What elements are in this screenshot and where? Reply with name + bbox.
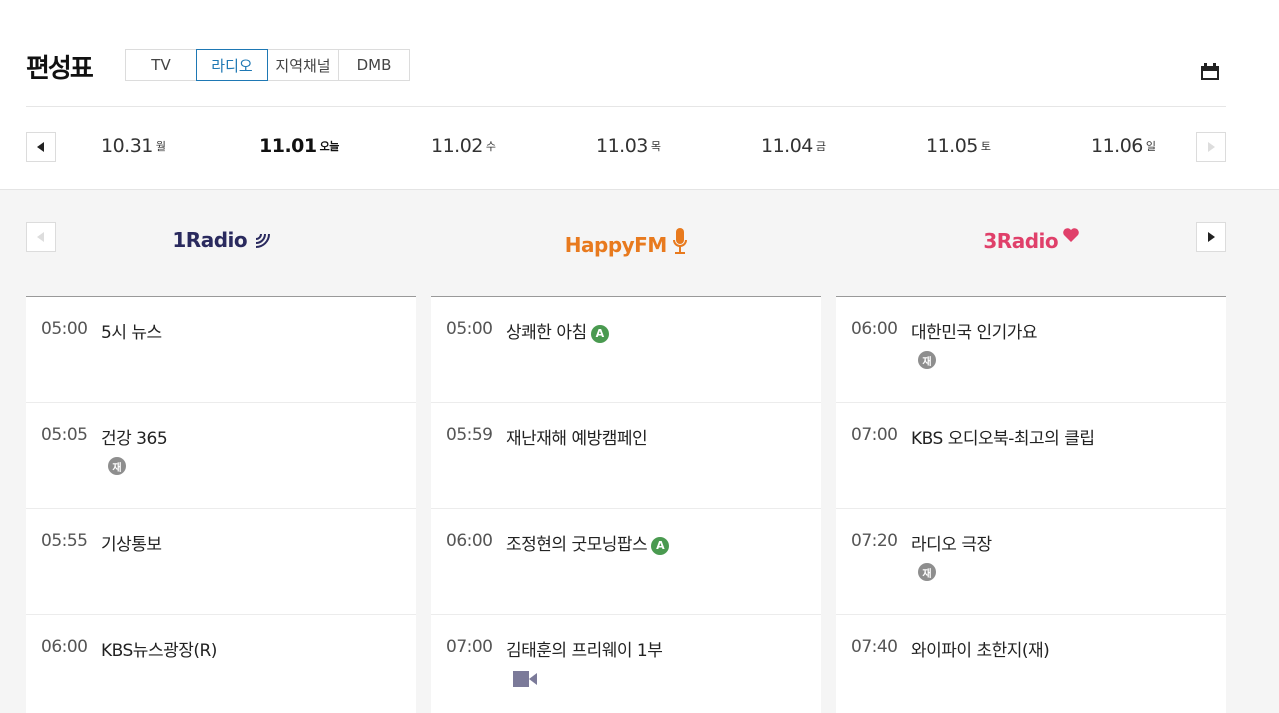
program-title-wrap[interactable]: 조정현의 굿모닝팝스 A: [506, 530, 670, 555]
program-row[interactable]: 06:00 조정현의 굿모닝팝스 A: [431, 509, 821, 615]
program-title[interactable]: KBS 오디오북-최고의 클립: [911, 424, 1095, 449]
schedule-column-3radio: 06:00 대한민국 인기가요 재 07:00 KBS 오디오북-최고의 클립 …: [836, 296, 1226, 713]
program-time: 06:00: [41, 637, 88, 657]
audio-badge: A: [590, 324, 609, 343]
program-title-wrap[interactable]: 상쾌한 아침 A: [506, 318, 609, 343]
date-item[interactable]: 11.06 일: [1091, 135, 1156, 157]
program-title[interactable]: 5시 뉴스: [101, 318, 162, 343]
channel-logo-1radio[interactable]: 1Radio: [26, 228, 416, 252]
schedule-header: 편성표 TV 라디오 지역채널 DMB: [26, 0, 1226, 107]
next-date-button[interactable]: [1196, 132, 1226, 162]
date-dow: 일: [1145, 140, 1156, 153]
date-value: 11.02: [431, 135, 483, 157]
page-title: 편성표: [26, 54, 94, 84]
date-selector: 10.31 월 11.01 오늘 11.02 수 11.03 목 11.04 금 11.0…: [26, 107, 1226, 189]
program-row[interactable]: 05:00 5시 뉴스: [26, 297, 416, 403]
date-dow: 수: [485, 140, 496, 153]
schedule-column-1radio: 05:00 5시 뉴스 05:05 건강 365 재 05:55 기상통보 06…: [26, 296, 416, 713]
program-title: 상쾌한 아침: [506, 323, 587, 343]
program-row[interactable]: 07:40 와이파이 초한지(재): [836, 615, 1226, 713]
program-time: 05:00: [446, 319, 493, 339]
date-value: 11.06: [1091, 135, 1143, 157]
calendar-icon[interactable]: [1200, 62, 1220, 82]
program-row[interactable]: 05:59 재난재해 예방캠페인: [431, 403, 821, 509]
rerun-badge: 재: [918, 351, 936, 369]
program-title[interactable]: KBS뉴스광장(R): [101, 636, 217, 661]
channel-name: HappyFM: [564, 233, 667, 257]
video-icon[interactable]: [513, 671, 537, 691]
program-time: 05:59: [446, 425, 493, 445]
date-value: 11.05: [926, 135, 978, 157]
date-item[interactable]: 11.05 토: [926, 135, 991, 157]
channel-name: 3Radio: [983, 229, 1059, 253]
program-title: 조정현의 굿모닝팝스: [506, 535, 648, 555]
audio-badge: A: [651, 536, 670, 555]
rerun-badge: 재: [918, 563, 936, 581]
channel-logo-3radio[interactable]: 3Radio: [836, 228, 1226, 253]
program-time: 05:55: [41, 531, 88, 551]
date-item-today[interactable]: 11.01 오늘: [259, 135, 339, 157]
program-time: 07:00: [446, 637, 493, 657]
program-time: 07:00: [851, 425, 898, 445]
program-row[interactable]: 05:55 기상통보: [26, 509, 416, 615]
date-value: 10.31: [101, 135, 153, 157]
prev-date-button[interactable]: [26, 132, 56, 162]
heart-icon: [1062, 228, 1079, 242]
date-value: 11.03: [596, 135, 648, 157]
tab-dmb[interactable]: DMB: [338, 49, 410, 81]
program-title[interactable]: 대한민국 인기가요: [911, 318, 1038, 343]
program-time: 06:00: [851, 319, 898, 339]
program-row[interactable]: 07:00 KBS 오디오북-최고의 클립: [836, 403, 1226, 509]
program-title[interactable]: 기상통보: [101, 530, 162, 555]
date-dow: 월: [155, 140, 166, 153]
date-value: 11.04: [761, 135, 813, 157]
microphone-icon: [673, 228, 688, 254]
date-dow: 토: [980, 140, 991, 153]
tab-radio[interactable]: 라디오: [196, 49, 268, 81]
channel-name: 1Radio: [172, 228, 248, 252]
program-time: 06:00: [446, 531, 493, 551]
schedule-area: 1Radio HappyFM 3Radio 05:00 5시 뉴스 05:05 …: [0, 189, 1279, 713]
media-tabs: TV 라디오 지역채널 DMB: [125, 49, 410, 81]
date-list: 10.31 월 11.01 오늘 11.02 수 11.03 목 11.04 금 11.0…: [66, 107, 1186, 189]
date-item[interactable]: 11.02 수: [431, 135, 496, 157]
broadcast-icon: [255, 233, 270, 248]
rerun-badge: 재: [108, 457, 126, 475]
schedule-column-happyfm: 05:00 상쾌한 아침 A 05:59 재난재해 예방캠페인 06:00 조정현…: [431, 296, 821, 713]
program-row[interactable]: 05:00 상쾌한 아침 A: [431, 297, 821, 403]
program-time: 07:40: [851, 637, 898, 657]
date-value: 11.01: [259, 135, 317, 157]
chevron-left-icon: [37, 142, 44, 152]
program-time: 05:00: [41, 319, 88, 339]
chevron-right-icon: [1208, 142, 1215, 152]
program-row[interactable]: 05:05 건강 365 재: [26, 403, 416, 509]
program-title[interactable]: 건강 365: [101, 424, 168, 449]
date-dow: 목: [650, 140, 661, 153]
tab-tv[interactable]: TV: [125, 49, 197, 81]
date-item[interactable]: 11.04 금: [761, 135, 826, 157]
date-item[interactable]: 11.03 목: [596, 135, 661, 157]
date-dow: 금: [815, 140, 826, 153]
tab-regional[interactable]: 지역채널: [267, 49, 339, 81]
channel-logo-happyfm[interactable]: HappyFM: [431, 228, 821, 257]
program-title[interactable]: 와이파이 초한지(재): [911, 636, 1050, 661]
program-row[interactable]: 07:00 김태훈의 프리웨이 1부: [431, 615, 821, 713]
program-title[interactable]: 재난재해 예방캠페인: [506, 424, 648, 449]
program-row[interactable]: 06:00 KBS뉴스광장(R): [26, 615, 416, 713]
program-title[interactable]: 김태훈의 프리웨이 1부: [506, 636, 663, 661]
program-time: 07:20: [851, 531, 898, 551]
date-dow: 오늘: [319, 140, 340, 153]
program-time: 05:05: [41, 425, 88, 445]
program-title[interactable]: 라디오 극장: [911, 530, 992, 555]
program-row[interactable]: 07:20 라디오 극장 재: [836, 509, 1226, 615]
date-item[interactable]: 10.31 월: [101, 135, 166, 157]
program-row[interactable]: 06:00 대한민국 인기가요 재: [836, 297, 1226, 403]
